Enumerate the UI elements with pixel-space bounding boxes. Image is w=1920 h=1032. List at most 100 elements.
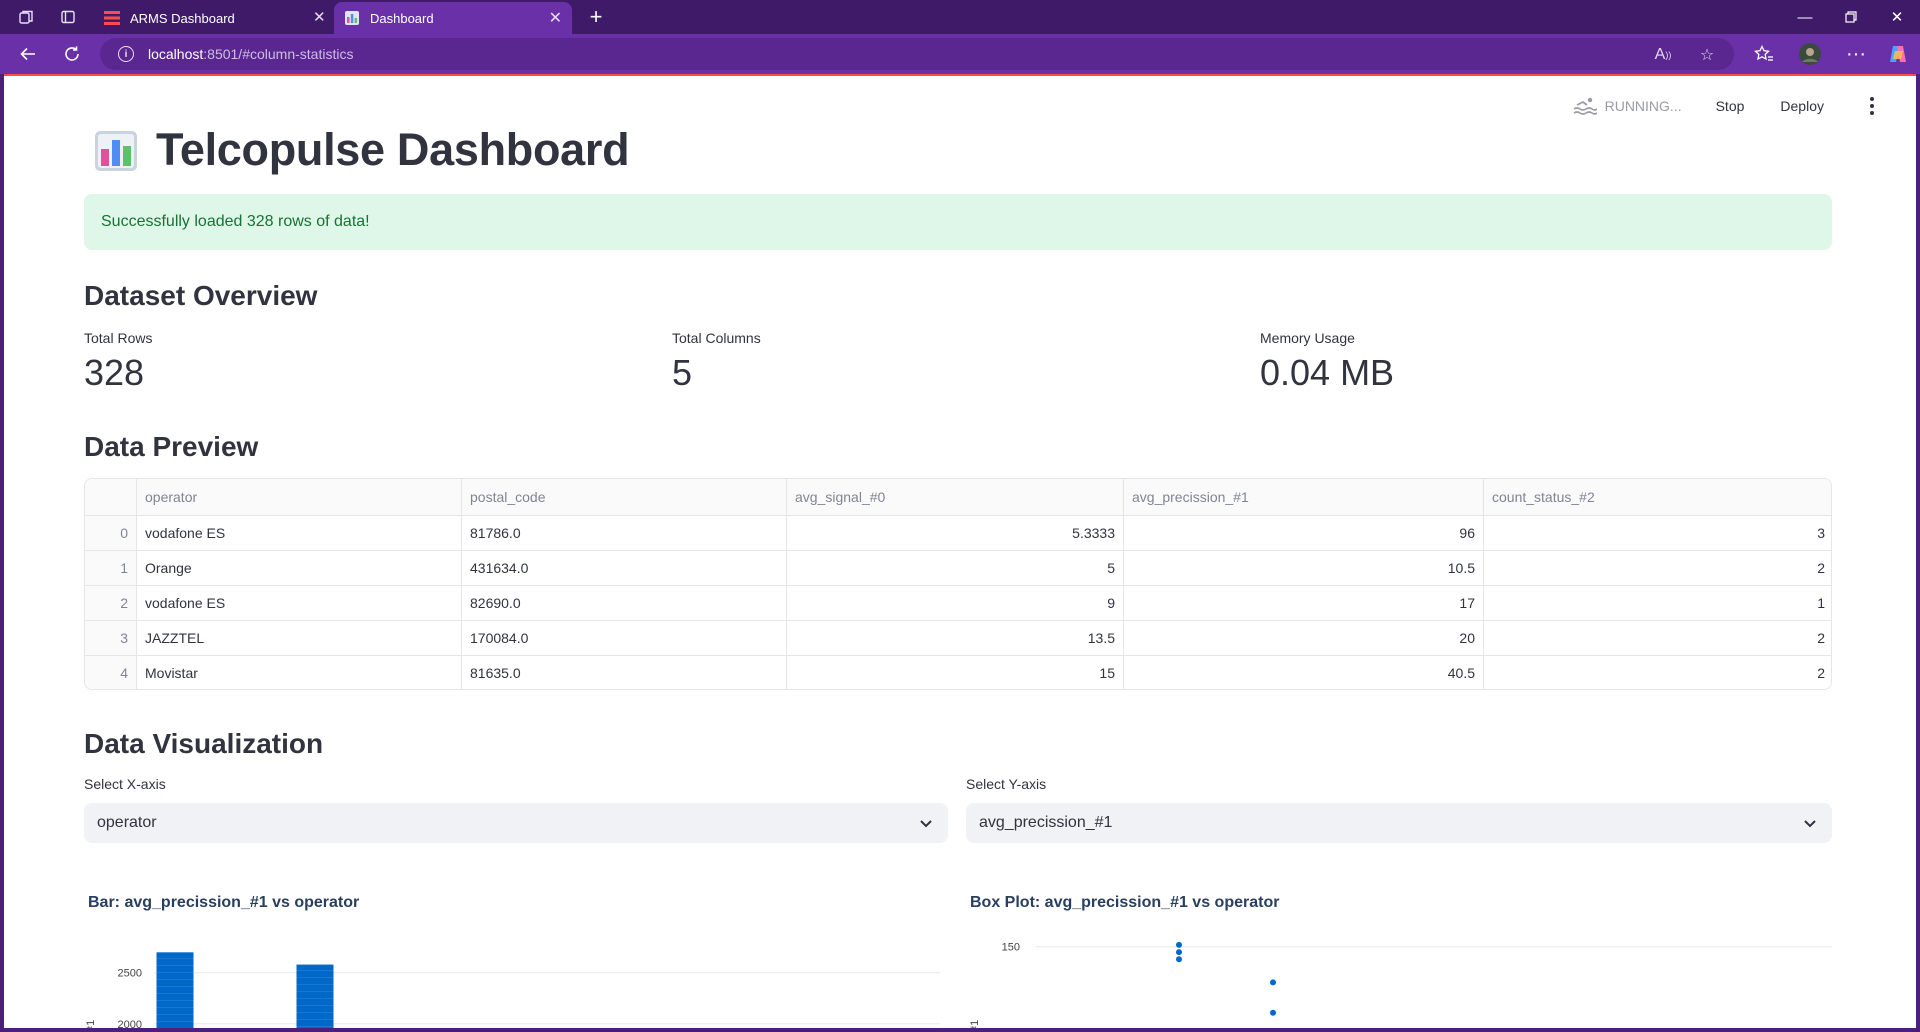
- refresh-icon[interactable]: [58, 41, 86, 67]
- minimize-icon[interactable]: —: [1782, 0, 1828, 34]
- outlier-point: [1270, 979, 1276, 986]
- column-header[interactable]: operator: [136, 479, 461, 515]
- app-viewport: RUNNING... Stop Deploy Telcopulse Dashbo…: [4, 76, 1916, 1028]
- profile-avatar[interactable]: [1796, 41, 1824, 67]
- column-header[interactable]: count_status_#2: [1483, 479, 1831, 515]
- table-row[interactable]: 0 vodafone ES 81786.0 5.3333 96 3: [85, 515, 1831, 550]
- table-cell[interactable]: Movistar: [136, 656, 461, 689]
- url-path: :8501/#column-statistics: [203, 46, 354, 62]
- info-icon[interactable]: i: [118, 46, 134, 62]
- deploy-button[interactable]: Deploy: [1780, 98, 1824, 114]
- table-cell[interactable]: 5.3333: [786, 516, 1123, 550]
- table-cell[interactable]: 5: [786, 551, 1123, 585]
- app-header: RUNNING... Stop Deploy: [1573, 76, 1916, 136]
- favorites-icon[interactable]: [1750, 41, 1778, 67]
- chart-favicon-icon: [344, 10, 360, 26]
- column-header[interactable]: postal_code: [461, 479, 786, 515]
- metric-value: 5: [672, 352, 693, 393]
- table-cell[interactable]: 82690.0: [461, 586, 786, 620]
- bar-chart-svg: 2000 2500 #1: [85, 952, 940, 1028]
- table-cell[interactable]: vodafone ES: [136, 586, 461, 620]
- table-row[interactable]: 2 vodafone ES 82690.0 9 17 1: [85, 585, 1831, 620]
- new-tab-button[interactable]: +: [584, 4, 608, 30]
- tab-title: ARMS Dashboard: [130, 10, 235, 26]
- close-tab-icon[interactable]: ✕: [549, 8, 562, 28]
- restore-icon[interactable]: [1828, 0, 1874, 34]
- table-cell[interactable]: 2: [1483, 656, 1831, 689]
- chevron-down-icon: [920, 820, 932, 828]
- row-index: 4: [85, 656, 136, 689]
- table-cell[interactable]: 1: [1483, 586, 1831, 620]
- row-index: 2: [85, 586, 136, 620]
- stop-button[interactable]: Stop: [1716, 98, 1745, 114]
- running-label: RUNNING...: [1604, 98, 1682, 114]
- back-arrow-icon[interactable]: [14, 41, 42, 67]
- data-preview-table[interactable]: operator postal_code avg_signal_#0 avg_p…: [84, 478, 1832, 690]
- address-bar[interactable]: i localhost:8501/#column-statistics A)) …: [100, 38, 1734, 70]
- main-menu-icon[interactable]: [1860, 94, 1884, 118]
- tab-title: Dashboard: [370, 10, 434, 26]
- metric-label: Total Columns: [672, 330, 761, 346]
- y-axis-label: Select Y-axis: [966, 776, 1047, 792]
- metric-value: 328: [84, 352, 145, 393]
- box-plot-chart[interactable]: 150 #1: [966, 936, 1832, 1028]
- y-axis-selected-value: avg_precission_#1: [979, 814, 1113, 831]
- box-plot-svg: 150 #1: [969, 942, 1832, 1028]
- workspaces-icon[interactable]: [14, 6, 38, 28]
- window-close-icon[interactable]: ✕: [1874, 0, 1920, 34]
- tab-dashboard[interactable]: Dashboard ✕: [334, 2, 572, 34]
- metric-total-columns: Total Columns 5: [672, 330, 761, 394]
- metric-value: 0.04 MB: [1260, 352, 1395, 393]
- metric-label: Total Rows: [84, 330, 153, 346]
- more-menu-icon[interactable]: ···: [1842, 41, 1870, 67]
- table-cell[interactable]: 40.5: [1123, 656, 1483, 689]
- copilot-icon[interactable]: [1884, 41, 1912, 67]
- read-aloud-icon[interactable]: A)): [1650, 42, 1676, 68]
- table-cell[interactable]: 81786.0: [461, 516, 786, 550]
- row-index: 3: [85, 621, 136, 655]
- y-axis-label: #1: [85, 1020, 97, 1028]
- table-cell[interactable]: 2: [1483, 621, 1831, 655]
- favorite-star-icon[interactable]: ☆: [1694, 42, 1720, 68]
- row-index: 0: [85, 516, 136, 550]
- table-cell[interactable]: 13.5: [786, 621, 1123, 655]
- table-cell[interactable]: 3: [1483, 516, 1831, 550]
- table-cell[interactable]: 431634.0: [461, 551, 786, 585]
- outlier-point: [1176, 949, 1182, 956]
- data-visualization-heading: Data Visualization: [84, 728, 324, 759]
- table-row[interactable]: 1 Orange 431634.0 5 10.5 2: [85, 550, 1831, 585]
- table-cell[interactable]: 20: [1123, 621, 1483, 655]
- table-row[interactable]: 4 Movistar 81635.0 15 40.5 2: [85, 655, 1831, 689]
- index-header: [85, 479, 136, 515]
- table-cell[interactable]: JAZZTEL: [136, 621, 461, 655]
- hamburger-favicon-icon: [104, 10, 120, 26]
- column-header[interactable]: avg_precission_#1: [1123, 479, 1483, 515]
- table-cell[interactable]: Orange: [136, 551, 461, 585]
- dataset-overview-heading: Dataset Overview: [84, 280, 318, 311]
- table-cell[interactable]: vodafone ES: [136, 516, 461, 550]
- close-tab-icon[interactable]: ✕: [313, 8, 326, 26]
- metric-memory-usage: Memory Usage 0.04 MB: [1260, 330, 1394, 394]
- table-cell[interactable]: 9: [786, 586, 1123, 620]
- column-header[interactable]: avg_signal_#0: [786, 479, 1123, 515]
- bar-chart-emoji-icon: [95, 131, 137, 171]
- bar: [296, 964, 334, 1028]
- page-title: Telcopulse Dashboard: [94, 124, 630, 176]
- table-cell[interactable]: 17: [1123, 586, 1483, 620]
- x-axis-label: Select X-axis: [84, 776, 166, 792]
- table-cell[interactable]: 15: [786, 656, 1123, 689]
- tab-arms-dashboard[interactable]: ARMS Dashboard: [94, 2, 332, 34]
- table-cell[interactable]: 170084.0: [461, 621, 786, 655]
- table-cell[interactable]: 10.5: [1123, 551, 1483, 585]
- x-axis-selected-value: operator: [97, 814, 157, 831]
- table-cell[interactable]: 81635.0: [461, 656, 786, 689]
- y-axis-select[interactable]: avg_precission_#1: [966, 803, 1832, 843]
- table-cell[interactable]: 96: [1123, 516, 1483, 550]
- tab-actions-icon[interactable]: [56, 6, 80, 28]
- table-cell[interactable]: 2: [1483, 551, 1831, 585]
- table-row[interactable]: 3 JAZZTEL 170084.0 13.5 20 2: [85, 620, 1831, 655]
- bar-chart[interactable]: 2000 2500 #1: [84, 936, 948, 1028]
- y-tick-label: 2000: [118, 1019, 142, 1028]
- chevron-down-icon: [1804, 820, 1816, 828]
- x-axis-select[interactable]: operator: [84, 803, 948, 843]
